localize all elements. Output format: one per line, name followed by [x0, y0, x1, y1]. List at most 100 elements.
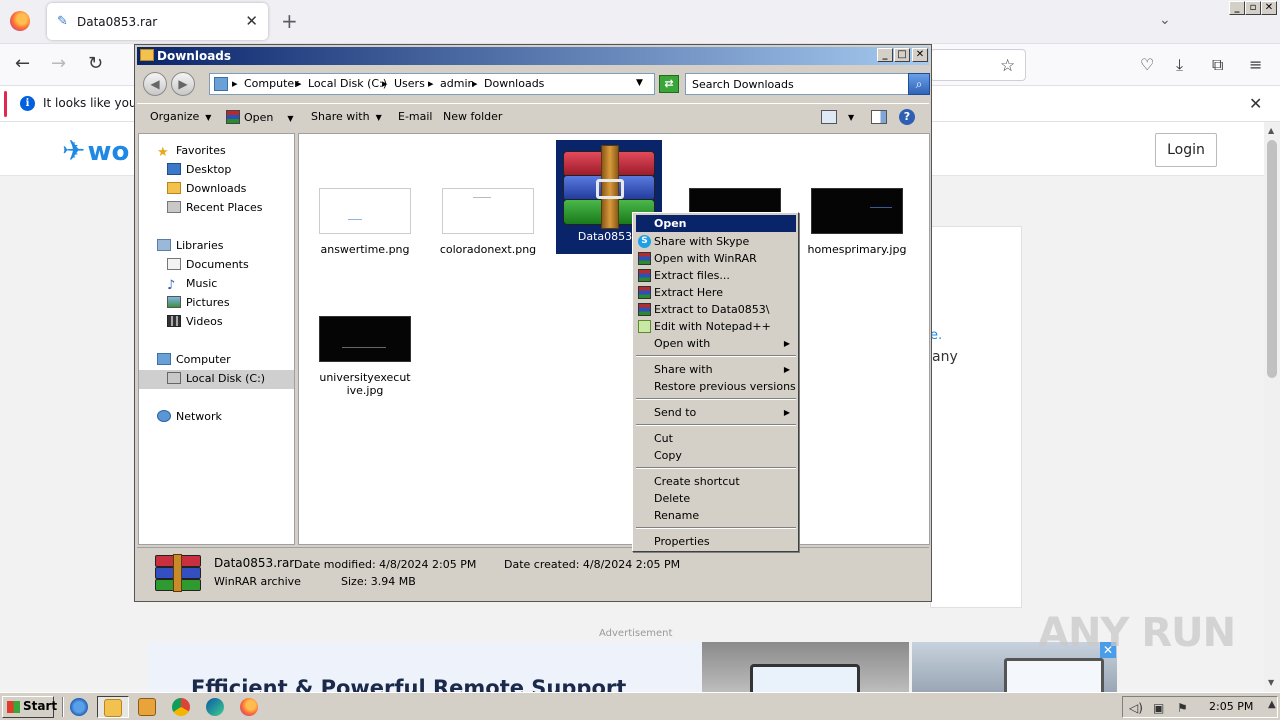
network-tray-icon[interactable]: ▣ — [1153, 701, 1164, 715]
new-tab-button[interactable]: + — [281, 10, 298, 32]
file-item[interactable]: answertime.png — [312, 188, 418, 256]
list-tabs-icon[interactable]: ⌄ — [1159, 12, 1171, 28]
nav-libraries[interactable]: Libraries — [157, 237, 224, 256]
preview-pane-icon[interactable] — [871, 110, 887, 124]
firefox-logo-icon[interactable] — [10, 11, 30, 31]
breadcrumb[interactable]: Downloads — [484, 77, 544, 90]
search-icon[interactable]: ⌕ — [908, 73, 930, 95]
reload-icon[interactable]: ↻ — [88, 54, 103, 74]
menu-item-open-winrar[interactable]: Open with WinRAR — [636, 250, 796, 267]
menu-item-extract-to[interactable]: Extract to Data0853\ — [636, 301, 796, 318]
menu-item-properties[interactable]: Properties — [636, 533, 796, 550]
email-button[interactable]: E-mail — [398, 110, 433, 123]
menu-item-copy[interactable]: Copy — [636, 447, 796, 464]
open-button[interactable]: Open ▼ — [226, 110, 294, 124]
menu-item-create-shortcut[interactable]: Create shortcut — [636, 473, 796, 490]
menu-item-extract-files[interactable]: Extract files... — [636, 267, 796, 284]
breadcrumb[interactable]: Local Disk (C:) — [308, 77, 387, 90]
nav-computer[interactable]: Computer — [157, 351, 231, 370]
menu-item-rename[interactable]: Rename — [636, 507, 796, 524]
organize-button[interactable]: Organize ▼ — [150, 110, 211, 123]
flag-icon[interactable]: ⚑ — [1177, 701, 1188, 715]
menu-item-extract-here[interactable]: Extract Here — [636, 284, 796, 301]
nav-recent-places[interactable]: Recent Places — [167, 199, 263, 218]
tab-close-icon[interactable]: ✕ — [245, 12, 258, 30]
nav-downloads[interactable]: Downloads — [167, 180, 246, 199]
menu-icon[interactable]: ≡ — [1249, 55, 1262, 74]
extensions-icon[interactable]: ⧉ — [1212, 55, 1223, 75]
notification-close-icon[interactable]: ✕ — [1249, 94, 1262, 113]
media-player-icon[interactable] — [138, 698, 156, 716]
nav-desktop[interactable]: Desktop — [167, 161, 231, 180]
file-item[interactable]: universityexecutive.jpg — [312, 316, 418, 397]
breadcrumb-sep-icon[interactable]: ▸ — [296, 77, 302, 90]
menu-item-send-to[interactable]: Send to ▶ — [636, 404, 796, 421]
clock[interactable]: 2:05 PM — [1209, 700, 1253, 713]
firefox-task-icon[interactable] — [240, 698, 258, 716]
nav-local-disk[interactable]: Local Disk (C:) — [139, 370, 294, 389]
nav-videos[interactable]: Videos — [167, 313, 223, 332]
chrome-icon[interactable] — [172, 698, 190, 716]
back-icon[interactable]: ← — [15, 54, 30, 74]
refresh-icon[interactable]: ⇄ — [659, 75, 679, 93]
ad-image[interactable] — [702, 642, 909, 692]
new-folder-button[interactable]: New folder — [443, 110, 502, 123]
menu-item-edit-notepad[interactable]: Edit with Notepad++ — [636, 318, 796, 335]
start-button[interactable]: Start — [2, 696, 57, 718]
explorer-titlebar[interactable]: Downloads _ □ ✕ — [137, 47, 929, 65]
file-item[interactable]: coloradonext.png — [435, 188, 541, 256]
explorer-back-icon[interactable]: ◀ — [143, 72, 167, 96]
notification-accent — [4, 91, 7, 117]
breadcrumb-sep-icon[interactable]: ▸ — [382, 77, 388, 90]
site-logo[interactable]: ✈wo — [62, 134, 129, 167]
breadcrumb[interactable]: Users — [394, 77, 425, 90]
menu-item-share-skype[interactable]: S Share with Skype — [636, 233, 796, 250]
volume-icon[interactable]: ◁) — [1129, 701, 1143, 715]
menu-item-delete[interactable]: Delete — [636, 490, 796, 507]
bookmark-star-icon[interactable]: ☆ — [1000, 56, 1015, 76]
scrollbar-thumb[interactable] — [1267, 140, 1277, 378]
nav-favorites[interactable]: ★ Favorites — [157, 142, 226, 161]
nav-music[interactable]: ♪ Music — [167, 275, 217, 294]
help-icon[interactable]: ? — [899, 109, 915, 125]
login-button[interactable]: Login — [1155, 133, 1217, 167]
breadcrumb[interactable]: Computer — [244, 77, 299, 90]
menu-item-open-with[interactable]: Open with ▶ — [636, 335, 796, 352]
ad-banner[interactable]: Efficient & Powerful Remote Support — [148, 642, 704, 692]
breadcrumb-sep-icon[interactable]: ▸ — [428, 77, 434, 90]
restore-button[interactable]: ▫ — [1245, 1, 1261, 15]
menu-item-cut[interactable]: Cut — [636, 430, 796, 447]
view-icon[interactable] — [821, 110, 837, 124]
internet-explorer-icon[interactable] — [70, 698, 88, 716]
browser-tab[interactable]: ✎ Data0853.rar ✕ — [47, 3, 268, 40]
minimize-button[interactable]: _ — [1229, 1, 1245, 15]
nav-pictures[interactable]: Pictures — [167, 294, 230, 313]
nav-network[interactable]: Network — [157, 408, 222, 427]
breadcrumb[interactable]: admin — [440, 77, 474, 90]
edge-icon[interactable] — [206, 698, 224, 716]
share-with-button[interactable]: Share with ▼ — [311, 110, 382, 123]
search-input[interactable]: Search Downloads — [685, 73, 909, 95]
menu-item-open[interactable]: Open — [636, 215, 796, 232]
file-item[interactable]: homesprimary.jpg — [804, 188, 910, 256]
menu-item-share-with[interactable]: Share with ▶ — [636, 361, 796, 378]
explorer-maximize-button[interactable]: □ — [894, 48, 910, 62]
explorer-minimize-button[interactable]: _ — [877, 48, 893, 62]
nav-documents[interactable]: Documents — [167, 256, 249, 275]
forward-icon[interactable]: → — [51, 54, 66, 74]
close-button[interactable]: ✕ — [1261, 1, 1277, 15]
address-bar[interactable]: ▸ Computer ▸ Local Disk (C:) ▸ Users ▸ a… — [209, 73, 655, 95]
breadcrumb-sep-icon[interactable]: ▸ — [472, 77, 478, 90]
scroll-down-icon[interactable]: ▼ — [1268, 678, 1274, 687]
pocket-icon[interactable]: ♡ — [1140, 55, 1154, 74]
explorer-close-button[interactable]: ✕ — [912, 48, 928, 62]
downloads-icon[interactable]: ⤓ — [1176, 55, 1183, 75]
scroll-up-icon[interactable]: ▲ — [1268, 126, 1274, 135]
breadcrumb-sep-icon[interactable]: ▸ — [232, 77, 238, 90]
view-dropdown-icon[interactable]: ▼ — [848, 113, 854, 122]
tray-expand-icon[interactable]: ▲ — [1268, 699, 1276, 710]
address-dropdown-icon[interactable]: ▼ — [636, 78, 643, 88]
page-scrollbar[interactable]: ▲ ▼ — [1264, 122, 1280, 692]
explorer-forward-icon[interactable]: ▶ — [171, 72, 195, 96]
menu-item-restore-versions[interactable]: Restore previous versions — [636, 378, 796, 395]
